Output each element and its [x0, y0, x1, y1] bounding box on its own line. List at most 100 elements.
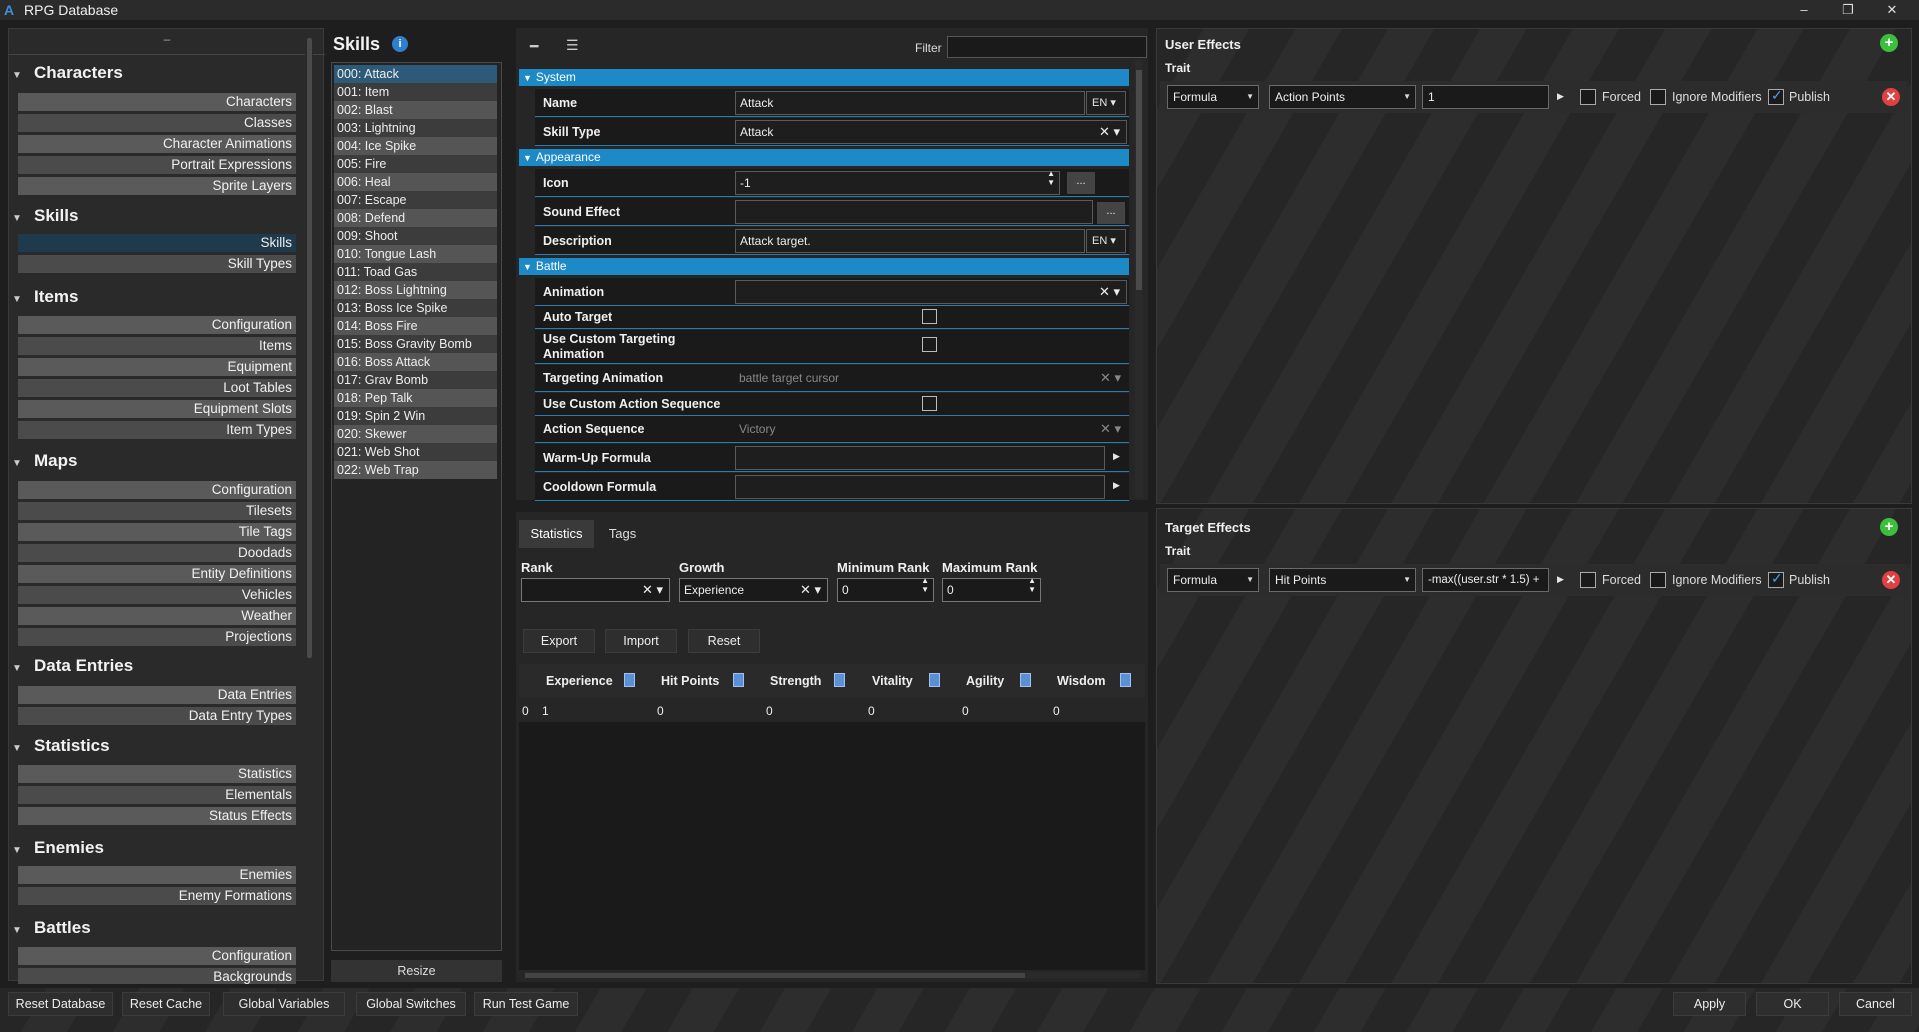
nav-item-skills[interactable]: Skills [18, 234, 296, 252]
nav-item-tile-tags[interactable]: Tile Tags [18, 523, 296, 541]
grid-column-experience[interactable]: Experience [546, 674, 613, 688]
section-appearance[interactable]: ▼ Appearance [519, 149, 1129, 166]
name-lang-select[interactable]: EN ▾ [1086, 91, 1126, 115]
collapse-all-icon[interactable]: ━ [530, 38, 538, 55]
properties-scrollbar[interactable] [1135, 60, 1143, 498]
nav-item-status-effects[interactable]: Status Effects [18, 807, 296, 825]
info-icon[interactable]: i [392, 36, 408, 52]
action-sequence-select[interactable]: Victory ✕ ▾ [735, 418, 1127, 442]
grid-column-hit-points[interactable]: Hit Points [661, 674, 719, 688]
skill-list-item[interactable]: 017: Grav Bomb [334, 371, 497, 389]
skill-list-item[interactable]: 009: Shoot [334, 227, 497, 245]
skill-list-item[interactable]: 011: Toad Gas [334, 263, 497, 281]
filter-input[interactable] [947, 36, 1147, 58]
nav-item-statistics[interactable]: Statistics [18, 765, 296, 783]
reset-button[interactable]: Reset [688, 629, 760, 653]
collapse-arrow-icon[interactable]: ▼ [12, 845, 26, 856]
collapse-arrow-icon[interactable]: ▼ [12, 294, 26, 305]
skill-list-item[interactable]: 008: Defend [334, 209, 497, 227]
user-effect-type-select[interactable]: Formula ▼ [1167, 85, 1259, 109]
user-effect-value-field[interactable]: 1 [1422, 85, 1549, 109]
collapse-arrow-icon[interactable]: ▼ [12, 925, 26, 936]
target-effect-expand-icon[interactable]: ▶ [1557, 574, 1564, 585]
apply-button[interactable]: Apply [1673, 992, 1746, 1016]
nav-item-classes[interactable]: Classes [18, 114, 296, 132]
grid-cell[interactable]: 0 [766, 704, 773, 718]
delete-user-effect-icon[interactable]: ✕ [1882, 88, 1900, 106]
nav-item-enemies[interactable]: Enemies [18, 866, 296, 884]
run-test-game-button[interactable]: Run Test Game [474, 992, 578, 1016]
nav-item-doodads[interactable]: Doodads [18, 544, 296, 562]
ok-button[interactable]: OK [1756, 992, 1829, 1016]
nav-item-configuration[interactable]: Configuration [18, 947, 296, 965]
section-system[interactable]: ▼ System [519, 69, 1129, 86]
import-button[interactable]: Import [605, 629, 677, 653]
nav-item-skill-types[interactable]: Skill Types [18, 255, 296, 273]
collapse-all-button[interactable]: – [9, 29, 325, 55]
nav-category-statistics[interactable]: ▼ Statistics [12, 736, 110, 756]
nav-item-items[interactable]: Items [18, 337, 296, 355]
grid-column-agility[interactable]: Agility [966, 674, 1004, 688]
target-effect-value-field[interactable]: -max((user.str * 1.5) + [1422, 568, 1549, 592]
nav-item-equipment[interactable]: Equipment [18, 358, 296, 376]
delete-target-effect-icon[interactable]: ✕ [1882, 571, 1900, 589]
auto-target-checkbox[interactable] [922, 309, 937, 324]
skill-list-item[interactable]: 005: Fire [334, 155, 497, 173]
nav-item-data-entry-types[interactable]: Data Entry Types [18, 707, 296, 725]
cancel-button[interactable]: Cancel [1839, 992, 1912, 1016]
animation-select[interactable]: ✕ ▾ [735, 280, 1127, 304]
nav-item-entity-definitions[interactable]: Entity Definitions [18, 565, 296, 583]
column-edit-icon[interactable] [624, 673, 635, 687]
name-field[interactable]: Attack [735, 91, 1085, 115]
nav-scrollbar[interactable] [305, 30, 313, 950]
maximum-rank-spinbox[interactable]: 0 ▲ ▼ [942, 576, 1041, 602]
maximize-button[interactable]: ❐ [1826, 0, 1870, 20]
custom-targeting-checkbox[interactable] [922, 337, 937, 352]
global-variables-button[interactable]: Global Variables [223, 992, 345, 1016]
export-button[interactable]: Export [523, 629, 595, 653]
skill-list-item[interactable]: 012: Boss Lightning [334, 281, 497, 299]
nav-item-sprite-layers[interactable]: Sprite Layers [18, 177, 296, 195]
target-effect-forced-checkbox[interactable] [1580, 572, 1596, 588]
nav-item-tilesets[interactable]: Tilesets [18, 502, 296, 520]
nav-item-backgrounds[interactable]: Backgrounds [18, 968, 296, 984]
skill-list-item[interactable]: 022: Web Trap [334, 461, 497, 479]
nav-item-character-animations[interactable]: Character Animations [18, 135, 296, 153]
resize-button[interactable]: Resize [331, 960, 502, 982]
sound-effect-field[interactable] [735, 200, 1093, 224]
target-effect-publish-checkbox[interactable] [1768, 570, 1784, 588]
skill-list-item[interactable]: 001: Item [334, 83, 497, 101]
global-switches-button[interactable]: Global Switches [356, 992, 466, 1016]
skill-list-item[interactable]: 018: Pep Talk [334, 389, 497, 407]
nav-item-projections[interactable]: Projections [18, 628, 296, 646]
expand-all-icon[interactable]: ☰ [566, 37, 579, 54]
nav-category-enemies[interactable]: ▼ Enemies [12, 838, 104, 858]
collapse-arrow-icon[interactable]: ▼ [12, 458, 26, 469]
nav-category-skills[interactable]: ▼ Skills [12, 206, 78, 226]
rank-select[interactable]: ✕ ▾ [521, 578, 670, 602]
skill-list-item[interactable]: 015: Boss Gravity Bomb [334, 335, 497, 353]
nav-item-portrait-expressions[interactable]: Portrait Expressions [18, 156, 296, 174]
nav-item-data-entries[interactable]: Data Entries [18, 686, 296, 704]
nav-item-configuration[interactable]: Configuration [18, 481, 296, 499]
user-effect-publish-checkbox[interactable] [1768, 87, 1784, 105]
nav-category-items[interactable]: ▼ Items [12, 287, 78, 307]
column-edit-icon[interactable] [834, 673, 845, 687]
skill-list-item[interactable]: 002: Blast [334, 101, 497, 119]
cooldown-expand-icon[interactable]: ▶ [1113, 480, 1120, 491]
skill-list-item[interactable]: 016: Boss Attack [334, 353, 497, 371]
cooldown-formula-field[interactable] [735, 475, 1105, 499]
collapse-arrow-icon[interactable]: ▼ [12, 663, 26, 674]
grid-cell[interactable]: 0 [868, 704, 875, 718]
column-edit-icon[interactable] [1120, 673, 1131, 687]
nav-item-item-types[interactable]: Item Types [18, 421, 296, 439]
nav-category-characters[interactable]: ▼ Characters [12, 63, 123, 83]
nav-item-equipment-slots[interactable]: Equipment Slots [18, 400, 296, 418]
nav-item-vehicles[interactable]: Vehicles [18, 586, 296, 604]
grid-column-wisdom[interactable]: Wisdom [1057, 674, 1106, 688]
reset-cache-button[interactable]: Reset Cache [122, 992, 210, 1016]
skill-list-item[interactable]: 019: Spin 2 Win [334, 407, 497, 425]
nav-category-maps[interactable]: ▼ Maps [12, 451, 77, 471]
icon-spinbox[interactable]: -1 ▲ ▼ [735, 169, 1060, 195]
user-effect-expand-icon[interactable]: ▶ [1557, 91, 1564, 102]
